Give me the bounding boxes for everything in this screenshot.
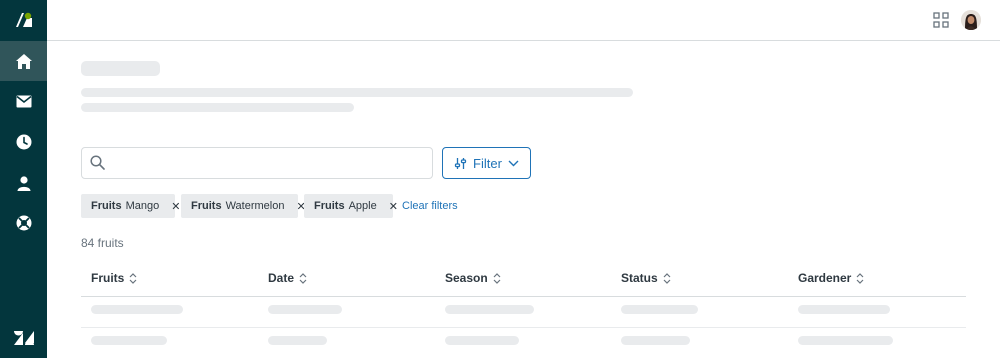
table-header-divider xyxy=(81,296,966,297)
filter-tag-watermelon: Fruits Watermelon ✕ xyxy=(181,194,306,218)
column-header-label: Season xyxy=(445,271,488,285)
tag-key: Fruits xyxy=(191,200,222,212)
tag-remove-icon[interactable]: ✕ xyxy=(171,200,180,213)
search-input[interactable] xyxy=(81,147,433,179)
clear-filters-link[interactable]: Clear filters xyxy=(402,200,458,212)
sidebar-item-user[interactable] xyxy=(0,163,47,203)
tag-key: Fruits xyxy=(91,200,122,212)
sidebar-nav xyxy=(0,0,47,358)
column-header-fruits[interactable]: Fruits xyxy=(91,271,137,285)
filter-tag-apple: Fruits Apple ✕ xyxy=(304,194,398,218)
cell-skeleton xyxy=(268,336,327,345)
user-avatar[interactable] xyxy=(961,10,981,30)
column-header-date[interactable]: Date xyxy=(268,271,307,285)
chevron-down-icon xyxy=(508,160,519,166)
cell-skeleton xyxy=(445,305,534,314)
top-header xyxy=(47,0,1000,41)
clock-icon xyxy=(16,134,31,150)
sort-icon xyxy=(856,272,864,284)
cell-skeleton xyxy=(621,305,698,314)
brand-logo[interactable] xyxy=(0,0,47,40)
zendesk-logo-icon xyxy=(13,331,34,345)
sliders-icon xyxy=(454,157,467,169)
sidebar-item-clock[interactable] xyxy=(0,122,47,162)
zendesk-product-logo-icon xyxy=(15,12,32,27)
filter-button-label: Filter xyxy=(473,155,502,171)
apps-grid-icon[interactable] xyxy=(933,12,949,28)
filter-tag-mango: Fruits Mango ✕ xyxy=(81,194,180,218)
search-icon xyxy=(90,155,105,170)
sidebar-item-support[interactable] xyxy=(0,203,47,243)
cell-skeleton xyxy=(621,336,690,345)
title-skeleton xyxy=(81,61,160,76)
cell-skeleton xyxy=(445,336,519,345)
description-skeleton-line-2 xyxy=(81,103,354,112)
mail-icon xyxy=(16,95,31,107)
description-skeleton-line-1 xyxy=(81,88,633,97)
cell-skeleton xyxy=(91,336,167,345)
tag-value: Watermelon xyxy=(225,200,285,212)
column-header-gardener[interactable]: Gardener xyxy=(798,271,864,285)
filter-button[interactable]: Filter xyxy=(442,147,531,179)
sidebar-item-home[interactable] xyxy=(0,41,47,81)
zendesk-logo[interactable] xyxy=(0,318,47,358)
home-icon xyxy=(15,53,32,69)
cell-skeleton xyxy=(91,305,183,314)
tag-value: Apple xyxy=(348,200,377,212)
sidebar-item-mail[interactable] xyxy=(0,81,47,121)
avatar-portrait-icon xyxy=(961,10,981,30)
column-header-label: Status xyxy=(621,271,658,285)
table-row-divider xyxy=(81,327,966,328)
tag-value: Mango xyxy=(125,200,160,212)
cell-skeleton xyxy=(268,305,342,314)
result-count: 84 fruits xyxy=(81,236,124,250)
sort-icon xyxy=(663,272,671,284)
cell-skeleton xyxy=(798,305,890,314)
sort-icon xyxy=(129,272,137,284)
column-header-label: Fruits xyxy=(91,271,125,285)
sort-icon xyxy=(493,272,501,284)
sort-icon xyxy=(299,272,307,284)
tag-remove-icon[interactable]: ✕ xyxy=(389,200,398,213)
lifebuoy-icon xyxy=(16,215,31,231)
column-header-label: Gardener xyxy=(798,271,852,285)
tag-key: Fruits xyxy=(314,200,345,212)
user-icon xyxy=(17,175,30,191)
column-header-status[interactable]: Status xyxy=(621,271,671,285)
column-header-label: Date xyxy=(268,271,295,285)
cell-skeleton xyxy=(798,336,893,345)
column-header-season[interactable]: Season xyxy=(445,271,501,285)
